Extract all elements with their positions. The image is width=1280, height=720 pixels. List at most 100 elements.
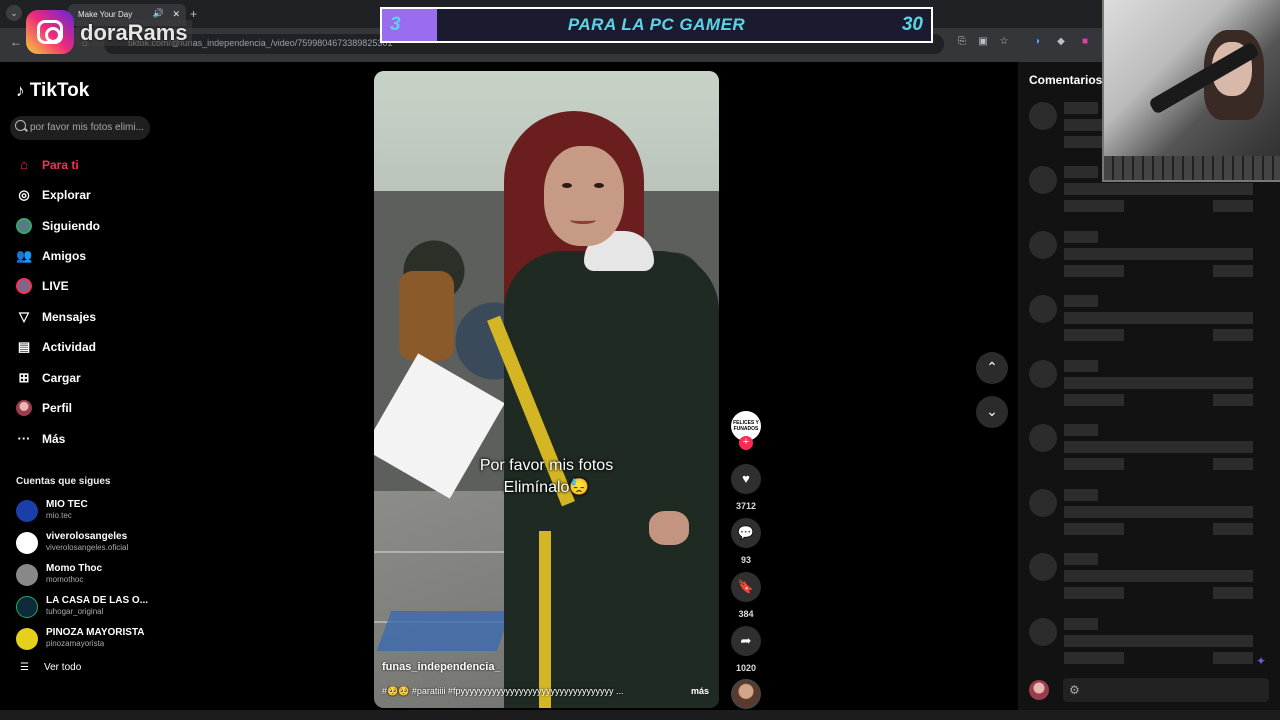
account-name: Momo Thoc	[46, 563, 103, 574]
save-count: 384	[738, 609, 754, 619]
following-account[interactable]: Momo Thoc momothoc	[16, 562, 166, 588]
follow-plus-icon[interactable]: +	[739, 436, 753, 450]
search-input[interactable]: por favor mis fotos elimi...	[10, 116, 150, 140]
nav-label: Explorar	[42, 188, 91, 202]
activity-icon: ▤	[17, 339, 31, 354]
comment-skeleton	[1029, 295, 1269, 355]
following-section-title: Cuentas que sigues	[16, 476, 111, 487]
comment-skeleton	[1029, 618, 1269, 678]
mouth	[570, 216, 596, 224]
goal-target: 30	[901, 14, 923, 35]
like-count: 3712	[735, 501, 757, 511]
following-account[interactable]: PINOZA MAYORISTA pinozamayorista	[16, 626, 166, 652]
share-count: 1020	[735, 663, 757, 673]
save-button[interactable]: 🔖	[731, 572, 761, 602]
search-icon	[15, 120, 26, 131]
avatar	[16, 532, 38, 554]
nav-label: Para ti	[42, 158, 79, 172]
comment-input-row: ⚙	[1029, 678, 1269, 704]
like-button[interactable]: ♥	[731, 464, 761, 494]
cast-icon[interactable]: ▣	[976, 36, 990, 50]
nav-label: Siguiendo	[42, 219, 100, 233]
account-name: viverolosangeles	[46, 531, 128, 542]
instagram-overlay: doraRams	[26, 10, 202, 54]
messages-icon: ▽	[19, 309, 29, 324]
sidebar: ♪ TikTok por favor mis fotos elimi... ⌂ …	[0, 62, 172, 720]
avatar	[16, 500, 38, 522]
caption-line: Por favor mis fotos	[479, 457, 614, 474]
live-icon	[16, 278, 32, 294]
video-caption: Por favor mis fotos Elimínalo😓	[374, 455, 719, 499]
next-video-button[interactable]: ⌄	[976, 396, 1008, 428]
compass-icon: ◎	[18, 187, 30, 202]
upload-icon: ⊞	[18, 370, 30, 385]
video-player[interactable]: Por favor mis fotos Elimínalo😓 funas_ind…	[374, 71, 719, 708]
account-handle: viverolosangeles.oficial	[46, 543, 129, 552]
account-name: MIO TEC	[46, 499, 88, 510]
back-icon[interactable]: ←	[10, 35, 22, 49]
search-placeholder: por favor mis fotos elimi...	[30, 122, 144, 133]
comment-input[interactable]	[1063, 678, 1269, 702]
comment-skeleton	[1029, 360, 1269, 420]
chevron-up-icon: ⌃	[986, 359, 998, 375]
comment-count: 93	[740, 555, 751, 565]
tab-search-icon[interactable]: ⌄	[6, 5, 22, 21]
heart-icon: ♥	[742, 471, 750, 486]
nav-label: Actividad	[42, 340, 97, 354]
account-handle: tuhogar_original	[46, 607, 104, 616]
share-button[interactable]: ➦	[731, 626, 761, 656]
nav-label: Cargar	[42, 371, 81, 385]
caption-line: Elimínalo😓	[503, 479, 590, 496]
goal-progress-bar: 3 PARA LA PC GAMER 30	[380, 7, 933, 43]
comment-skeleton	[1029, 424, 1269, 484]
account-name: PINOZA MAYORISTA	[46, 627, 145, 638]
account-handle: momothoc	[46, 575, 84, 584]
comment-skeleton	[1029, 231, 1269, 291]
avatar	[1029, 680, 1049, 700]
extension-icon[interactable]: ◗	[1031, 36, 1045, 50]
friends-icon: 👥	[16, 248, 33, 263]
eye	[594, 183, 604, 188]
account-name: LA CASA DE LAS O...	[46, 595, 149, 606]
following-account[interactable]: MIO TEC mio.tec	[16, 498, 166, 524]
following-account[interactable]: viverolosangeles viverolosangeles.oficia…	[16, 530, 166, 556]
following-icon	[16, 218, 32, 234]
logo-text: TikTok	[29, 80, 90, 101]
floor-blue-mark	[376, 611, 512, 651]
translate-icon[interactable]: ⎘	[955, 36, 969, 50]
instagram-handle: doraRams	[76, 20, 192, 46]
comment-skeleton	[1029, 553, 1269, 613]
extension-icon[interactable]: ■	[1078, 36, 1092, 50]
nav-label: Amigos	[42, 249, 87, 263]
webcam-overlay	[1102, 0, 1280, 182]
nav-label: Mensajes	[42, 310, 97, 324]
bookmark-star-icon[interactable]: ☆	[997, 36, 1011, 50]
keyboard	[1104, 156, 1280, 180]
list-icon: ☰	[20, 662, 29, 673]
following-account[interactable]: LA CASA DE LAS O... tuhogar_original	[16, 594, 166, 620]
previous-video-button[interactable]: ⌃	[976, 352, 1008, 384]
see-all-link[interactable]: ☰ Ver todo	[20, 662, 81, 673]
comment-icon: 💬	[737, 525, 755, 540]
hand	[649, 511, 689, 545]
tiktok-note-icon: ♪	[16, 81, 25, 100]
account-handle: mio.tec	[46, 511, 72, 520]
see-all-label: Ver todo	[44, 662, 82, 673]
goal-label: PARA LA PC GAMER	[567, 15, 746, 34]
nav-label: LIVE	[42, 279, 69, 293]
more-link[interactable]: más	[691, 686, 709, 696]
avatar	[16, 596, 38, 618]
extension-icon[interactable]: ◆	[1054, 36, 1068, 50]
video-description: #🥺🥺 #paratiiii #fpyyyyyyyyyyyyyyyyyyyyyy…	[382, 686, 624, 696]
tiktok-logo[interactable]: ♪ TikTok	[16, 80, 89, 102]
music-disc[interactable]	[731, 679, 761, 709]
comment-button[interactable]: 💬	[731, 518, 761, 548]
avatar	[16, 564, 38, 586]
nav-label: Perfil	[42, 401, 73, 415]
bookmark-icon: 🔖	[737, 579, 755, 594]
emoji-icon[interactable]: ⚙	[1069, 683, 1080, 697]
avatar	[16, 628, 38, 650]
video-author[interactable]: funas_independencia_	[382, 661, 501, 673]
instagram-icon	[26, 10, 74, 54]
account-handle: pinozamayorista	[46, 639, 105, 648]
